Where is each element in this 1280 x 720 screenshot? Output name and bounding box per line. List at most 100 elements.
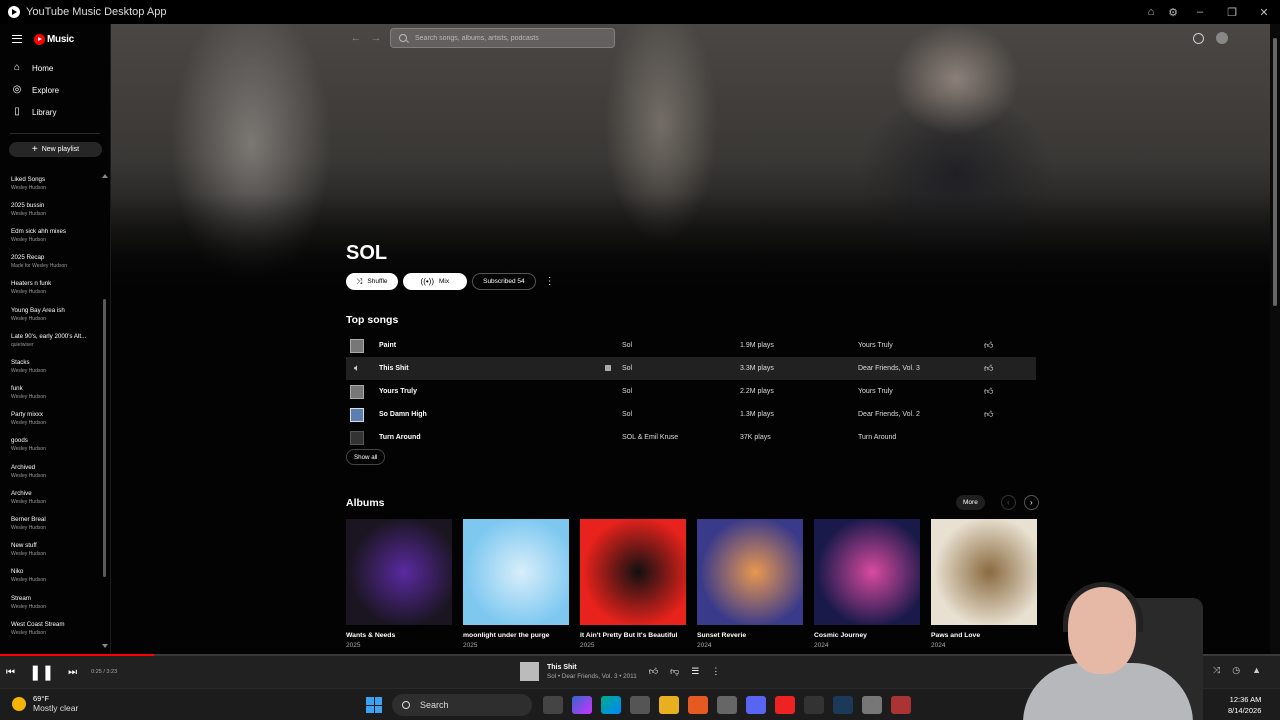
- album-card[interactable]: Cosmic Journey 2024: [814, 519, 920, 649]
- albums-more-button[interactable]: More: [956, 495, 985, 510]
- restore-button[interactable]: ❐: [1216, 0, 1248, 24]
- start-button[interactable]: [366, 697, 382, 713]
- song-artist[interactable]: Sol: [622, 388, 740, 395]
- sidebar-playlist-item[interactable]: Stream Wesley Hudson: [0, 589, 104, 615]
- song-artist[interactable]: Sol: [622, 342, 740, 349]
- song-artist[interactable]: Sol: [622, 365, 740, 372]
- song-album[interactable]: Yours Truly: [858, 342, 984, 349]
- youtube-music-logo[interactable]: Music: [34, 33, 74, 45]
- show-all-button[interactable]: Show all: [346, 449, 386, 465]
- prev-arrow-icon[interactable]: ‹: [1000, 495, 1016, 510]
- sidebar-playlist-item[interactable]: West Coast Stream Wesley Hudson: [0, 615, 104, 641]
- task-view-icon[interactable]: [542, 696, 563, 714]
- thumbs-up-icon[interactable]: 👍︎: [984, 386, 993, 397]
- song-artist[interactable]: Sol: [622, 411, 740, 418]
- sidebar-playlist-item[interactable]: New stuff Wesley Hudson: [0, 537, 104, 563]
- next-arrow-icon[interactable]: ›: [1023, 495, 1039, 510]
- song-title[interactable]: So Damn High: [379, 411, 622, 418]
- close-button[interactable]: ✕: [1248, 0, 1280, 24]
- song-row[interactable]: 🔈︎ This Shit Sol 3.3M plays Dear Friends…: [346, 357, 1036, 380]
- thumbs-up-icon[interactable]: 👍︎: [984, 363, 993, 374]
- album-card[interactable]: Sunset Reverie 2024: [697, 519, 803, 649]
- timer-icon[interactable]: ◷: [1232, 665, 1240, 676]
- avatar[interactable]: [1216, 32, 1228, 44]
- song-title[interactable]: This Shit: [379, 365, 622, 372]
- subscribe-button[interactable]: Subscribed 54: [472, 273, 536, 290]
- search-input[interactable]: [415, 34, 605, 42]
- speaker-icon[interactable]: 🔈︎: [350, 362, 364, 376]
- thumbs-up-icon[interactable]: 👍︎: [984, 340, 993, 351]
- song-thumbnail[interactable]: [350, 384, 364, 399]
- firefox-icon[interactable]: [687, 696, 708, 714]
- sidebar-playlist-item[interactable]: Late 90's, early 2000's Alt... quietwise…: [0, 327, 104, 353]
- song-row[interactable]: Yours Truly Sol 2.2M plays Yours Truly 👍…: [346, 380, 1036, 403]
- nav-explore[interactable]: ◎ Explore: [0, 79, 110, 101]
- now-playing-thumbnail[interactable]: [520, 662, 539, 681]
- taskbar-search[interactable]: Search: [392, 694, 532, 716]
- sidebar-playlist-item[interactable]: Niko Wesley Hudson: [0, 563, 104, 589]
- sidebar-playlist-item[interactable]: Young Bay Area ish Wesley Hudson: [0, 301, 104, 327]
- like-icon[interactable]: 👍︎: [649, 666, 658, 677]
- album-title[interactable]: Wants & Needs: [346, 632, 452, 639]
- discord-icon[interactable]: [745, 696, 766, 714]
- home-icon[interactable]: ⌂: [1140, 0, 1162, 24]
- album-cover[interactable]: [346, 519, 452, 625]
- search-box[interactable]: [390, 28, 615, 48]
- sidebar-playlist-item[interactable]: Heaters n funk Wesley Hudson: [0, 275, 104, 301]
- mix-button[interactable]: ((•)) Mix: [402, 273, 468, 290]
- file-explorer-icon[interactable]: [658, 696, 679, 714]
- queue-icon[interactable]: ☰: [691, 666, 699, 677]
- shuffle-button[interactable]: ⤨ Shuffle: [346, 273, 398, 290]
- history-icon[interactable]: [1193, 32, 1204, 44]
- song-thumbnail[interactable]: [350, 430, 364, 445]
- album-title[interactable]: Cosmic Journey: [814, 632, 920, 639]
- sidebar-playlist-item[interactable]: funk Wesley Hudson: [0, 380, 104, 406]
- album-card[interactable]: Wants & Needs 2025: [346, 519, 452, 649]
- now-playing-title[interactable]: This Shit: [547, 664, 637, 671]
- sidebar-scrollbar[interactable]: [103, 299, 106, 577]
- nav-home[interactable]: ⌂ Home: [0, 57, 110, 79]
- edge-icon[interactable]: [600, 696, 621, 714]
- song-artist[interactable]: SOL & Emil Kruse: [622, 434, 740, 441]
- album-cover[interactable]: [580, 519, 686, 625]
- system-clock[interactable]: 12:36 AM 8/14/2026: [1228, 694, 1261, 716]
- album-cover[interactable]: [697, 519, 803, 625]
- main-scrollbar[interactable]: [1270, 24, 1280, 654]
- sidebar-playlist-item[interactable]: goods Wesley Hudson: [0, 432, 104, 458]
- album-card[interactable]: It Ain't Pretty But It's Beautiful 2025: [580, 519, 686, 649]
- more-options-icon[interactable]: ⋮: [545, 276, 555, 287]
- back-arrow-icon[interactable]: ←: [346, 32, 366, 44]
- album-title[interactable]: It Ain't Pretty But It's Beautiful: [580, 632, 686, 639]
- sidebar-playlist-item[interactable]: Archived Wesley Hudson: [0, 458, 104, 484]
- pause-icon[interactable]: ❚❚: [29, 663, 54, 681]
- minimize-button[interactable]: –: [1184, 0, 1216, 24]
- store-icon[interactable]: [629, 696, 650, 714]
- song-title[interactable]: Turn Around: [379, 434, 622, 441]
- obs-icon[interactable]: [803, 696, 824, 714]
- new-playlist-button[interactable]: + New playlist: [9, 142, 102, 157]
- app-icon[interactable]: [890, 696, 911, 714]
- album-card[interactable]: moonlight under the purge 2025: [463, 519, 569, 649]
- gear-app-icon[interactable]: [861, 696, 882, 714]
- expand-icon[interactable]: ▲: [1252, 665, 1261, 676]
- song-album[interactable]: Turn Around: [858, 434, 984, 441]
- song-album[interactable]: Dear Friends, Vol. 3: [858, 365, 984, 372]
- shuffle-icon[interactable]: ⤨: [1213, 665, 1220, 676]
- weather-widget[interactable]: 69°F Mostly clear: [12, 694, 78, 713]
- previous-icon[interactable]: ⏮: [6, 667, 15, 678]
- copilot-icon[interactable]: [571, 696, 592, 714]
- steam-icon[interactable]: [832, 696, 853, 714]
- sidebar-playlist-item[interactable]: Liked Songs Wesley Hudson: [0, 170, 104, 196]
- sidebar-playlist-item[interactable]: Berner Breal Wesley Hudson: [0, 510, 104, 536]
- song-thumbnail[interactable]: [350, 338, 364, 353]
- sidebar-playlist-item[interactable]: Edm sick ahh mixes Wesley Hudson: [0, 222, 104, 248]
- sidebar-playlist-item[interactable]: Archive Wesley Hudson: [0, 484, 104, 510]
- song-row[interactable]: So Damn High Sol 1.3M plays Dear Friends…: [346, 403, 1036, 426]
- forward-arrow-icon[interactable]: →: [366, 32, 386, 44]
- sidebar-playlist-item[interactable]: Stacks Wesley Hudson: [0, 353, 104, 379]
- more-options-icon[interactable]: ⋮: [711, 666, 720, 677]
- sidebar-playlist-item[interactable]: 2025 Recap Made for Wesley Hudson: [0, 249, 104, 275]
- scroll-down-arrow[interactable]: [102, 644, 108, 648]
- youtube-music-taskbar-icon[interactable]: [774, 696, 795, 714]
- song-thumbnail[interactable]: [350, 407, 364, 422]
